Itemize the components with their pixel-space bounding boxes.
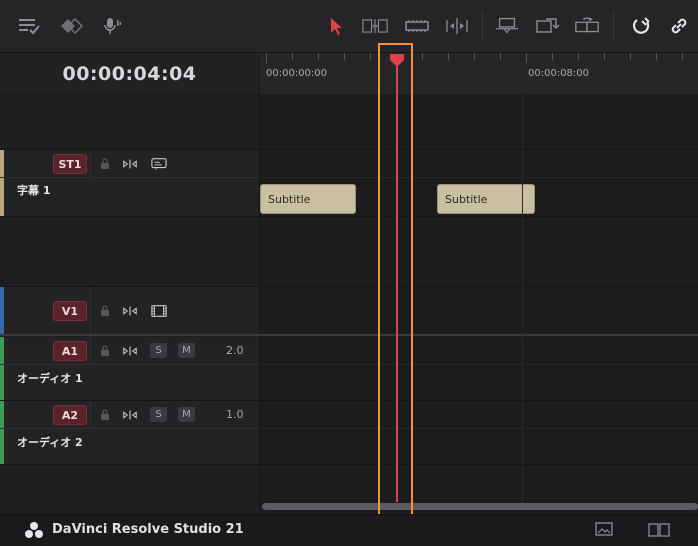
track-badge-st1[interactable]: ST1 <box>53 154 87 174</box>
empty-track-area <box>0 94 259 150</box>
subtitle-track-icon[interactable] <box>151 156 167 172</box>
flags-icon[interactable] <box>58 14 84 38</box>
timecode-display[interactable]: 00:00:04:04 <box>0 53 259 95</box>
page-navigation-icon[interactable] <box>648 521 670 543</box>
auto-track-select-icon[interactable] <box>122 156 138 172</box>
ruler-tick <box>474 53 475 60</box>
media-pool-icon[interactable] <box>595 522 613 542</box>
ruler-tick <box>578 53 579 60</box>
divider <box>90 401 91 428</box>
solo-button[interactable]: S <box>150 343 167 358</box>
overwrite-clip-icon[interactable] <box>494 14 520 38</box>
voiceover-mic-icon[interactable] <box>98 14 124 38</box>
divider <box>0 364 259 365</box>
divider <box>260 428 698 429</box>
ruler-tick <box>318 53 319 60</box>
ruler-tick <box>422 53 423 60</box>
ruler-tick <box>448 53 449 60</box>
track-header-a2[interactable]: A2 S M 1.0 オーディオ 2 <box>0 401 259 465</box>
timeline-toolbar <box>0 0 698 53</box>
ruler-tick <box>370 53 371 60</box>
track-volume[interactable]: 2.0 <box>226 344 244 357</box>
selection-arrow-icon[interactable] <box>323 14 349 38</box>
track-name-st1[interactable]: 字幕 1 <box>17 182 50 198</box>
track-header-st1[interactable]: ST1 字幕 1 <box>0 150 259 217</box>
empty-lane <box>260 217 698 287</box>
solo-button[interactable]: S <box>150 407 167 422</box>
ruler-gridline <box>522 94 523 504</box>
auto-track-select-icon[interactable] <box>122 303 138 319</box>
blade-edit-icon[interactable] <box>404 14 430 38</box>
track-badge-a2[interactable]: A2 <box>53 405 87 425</box>
timeline-ruler[interactable]: 00:00:00:00 00:00:08:00 <box>260 53 698 95</box>
ruler-tick <box>630 53 631 60</box>
track-badge-v1[interactable]: V1 <box>53 301 87 321</box>
track-header-v1[interactable]: V1 <box>0 287 259 335</box>
trim-edit-icon[interactable] <box>362 14 388 38</box>
track-volume[interactable]: 1.0 <box>226 408 244 421</box>
lock-icon[interactable] <box>97 156 113 172</box>
ruler-tick <box>656 53 657 60</box>
track-color-strip <box>0 401 4 464</box>
ruler-tick <box>552 53 553 60</box>
ruler-tick <box>344 53 345 60</box>
snapping-icon[interactable] <box>628 14 654 38</box>
ruler-timecode-label: 00:00:00:00 <box>266 68 328 79</box>
mute-button[interactable]: M <box>178 343 195 358</box>
track-color-strip <box>0 337 4 400</box>
ruler-tick <box>292 53 293 60</box>
track-lane-a2[interactable] <box>260 401 698 465</box>
ruler-tick <box>604 53 605 60</box>
track-lane-v1[interactable] <box>260 287 698 335</box>
replace-clip-icon[interactable] <box>534 14 560 38</box>
lock-icon[interactable] <box>97 407 113 423</box>
divider <box>90 337 91 364</box>
divider <box>260 364 698 365</box>
empty-track-area <box>0 217 259 287</box>
ruler-tick <box>266 53 267 63</box>
divider <box>90 150 91 177</box>
lock-icon[interactable] <box>97 343 113 359</box>
timeline-options-icon[interactable] <box>16 14 42 38</box>
divider <box>90 287 91 334</box>
divider <box>0 177 259 178</box>
divider <box>0 428 259 429</box>
davinci-logo-icon <box>24 521 44 543</box>
linked-selection-icon[interactable] <box>666 14 692 38</box>
track-header-a1[interactable]: A1 S M 2.0 オーディオ 1 <box>0 337 259 401</box>
toolbar-divider <box>613 12 614 40</box>
playhead-highlight-box <box>378 43 413 517</box>
subtitle-clip[interactable]: Subtitle <box>437 184 535 214</box>
dynamic-trim-icon[interactable] <box>444 14 470 38</box>
track-name-a2[interactable]: オーディオ 2 <box>17 434 83 450</box>
track-name-a1[interactable]: オーディオ 1 <box>17 370 83 386</box>
ruler-tick <box>500 53 501 60</box>
empty-track-area <box>0 465 259 513</box>
subtitle-clip[interactable]: Subtitle <box>260 184 356 214</box>
track-badge-a1[interactable]: A1 <box>53 341 87 361</box>
track-color-strip <box>0 150 4 216</box>
ruler-tick <box>682 53 683 60</box>
track-color-strip <box>0 287 4 334</box>
empty-lane <box>260 94 698 150</box>
lock-icon[interactable] <box>97 303 113 319</box>
toolbar-divider <box>482 12 483 40</box>
auto-track-select-icon[interactable] <box>122 343 138 359</box>
track-lane-a1[interactable] <box>260 337 698 401</box>
auto-track-select-icon[interactable] <box>122 407 138 423</box>
mute-button[interactable]: M <box>178 407 195 422</box>
place-on-top-icon[interactable] <box>574 14 600 38</box>
video-track-icon[interactable] <box>151 303 167 319</box>
ruler-timecode-label: 00:00:08:00 <box>528 68 590 79</box>
app-brand-name: DaVinci Resolve Studio 21 <box>52 522 244 537</box>
horizontal-scrollbar[interactable] <box>262 503 698 510</box>
ruler-tick <box>526 53 527 63</box>
divider <box>260 177 698 178</box>
video-audio-divider[interactable] <box>0 334 698 336</box>
app-footer: DaVinci Resolve Studio 21 <box>0 514 698 546</box>
